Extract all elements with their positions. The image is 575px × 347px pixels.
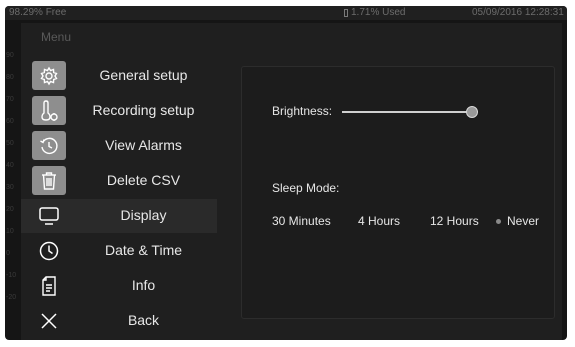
axis-tick-label: 80: [6, 74, 14, 81]
axis-tick-label: 30: [6, 184, 14, 191]
menu-item-recording-setup[interactable]: Recording setup: [21, 94, 217, 128]
axis-tick-label: 70: [6, 96, 14, 103]
sleep-option-12-hours[interactable]: 12 Hours: [430, 214, 479, 228]
storage-icon: [344, 9, 348, 17]
axis-tick-label: 10: [6, 228, 14, 235]
menu-item-general-setup[interactable]: General setup: [21, 59, 217, 93]
axis-tick-label: 40: [6, 162, 14, 169]
axis-tick-label: 20: [6, 206, 14, 213]
axis-tick-label: 50: [6, 140, 14, 147]
storage-free-text: 98.29% Free: [9, 7, 67, 18]
menu-item-display[interactable]: Display: [21, 199, 217, 233]
sleep-option-30-minutes[interactable]: 30 Minutes: [272, 214, 331, 228]
sleep-option-4-hours[interactable]: 4 Hours: [358, 214, 400, 228]
axis-tick-label: 0: [6, 250, 10, 257]
close-icon: [32, 306, 66, 335]
sleep-mode-label: Sleep Mode:: [272, 181, 340, 195]
menu-item-label: Info: [131, 277, 156, 293]
alarm-clock-icon: [32, 131, 66, 160]
sleep-mode-options: 30 Minutes 4 Hours 12 Hours Never: [272, 214, 552, 230]
device-bezel: 98.29% Free 1.71% Used 05/09/2016 12:28:…: [0, 0, 575, 347]
menu-item-label: Display: [120, 207, 167, 223]
clock-icon: [32, 236, 66, 265]
axis-tick-label: -10: [6, 272, 17, 279]
menu-item-view-alarms[interactable]: View Alarms: [21, 129, 217, 163]
storage-used-text: 1.71% Used: [351, 7, 406, 18]
datetime-text: 05/09/2016 12:28:31: [472, 7, 564, 18]
sleep-option-never[interactable]: Never: [507, 214, 539, 228]
axis-tick-label: 60: [6, 118, 14, 125]
thermometer-icon: [32, 96, 66, 125]
menu-item-label: General setup: [99, 67, 188, 83]
brightness-slider-handle[interactable]: [466, 106, 478, 118]
menu-item-back[interactable]: Back: [21, 304, 217, 338]
menu-panel: Menu General setup Recording setup View …: [21, 23, 562, 340]
menu-item-date-time[interactable]: Date & Time: [21, 234, 217, 268]
selected-indicator-dot: [496, 219, 501, 224]
menu-title: Menu: [41, 30, 72, 44]
menu-item-delete-csv[interactable]: Delete CSV: [21, 164, 217, 198]
axis-tick-label: 90: [6, 52, 14, 59]
document-icon: [32, 271, 66, 300]
menu-item-label: Date & Time: [104, 242, 183, 258]
menu-item-label: View Alarms: [105, 137, 182, 153]
brightness-label: Brightness:: [272, 104, 333, 118]
status-bar: 98.29% Free 1.71% Used 05/09/2016 12:28:…: [5, 6, 567, 20]
screen: 98.29% Free 1.71% Used 05/09/2016 12:28:…: [5, 6, 567, 340]
menu-item-label: Recording setup: [92, 102, 195, 118]
monitor-icon: [32, 201, 66, 230]
trash-icon: [32, 166, 66, 195]
axis-tick-label: -20: [6, 294, 17, 301]
menu-item-label: Back: [127, 312, 160, 328]
menu-item-info[interactable]: Info: [21, 269, 217, 303]
gear-icon: [32, 61, 66, 90]
menu-item-label: Delete CSV: [106, 172, 181, 188]
brightness-slider[interactable]: [342, 106, 478, 118]
display-settings-panel: Brightness: Sleep Mode: 30 Minutes 4 Hou…: [241, 66, 555, 319]
